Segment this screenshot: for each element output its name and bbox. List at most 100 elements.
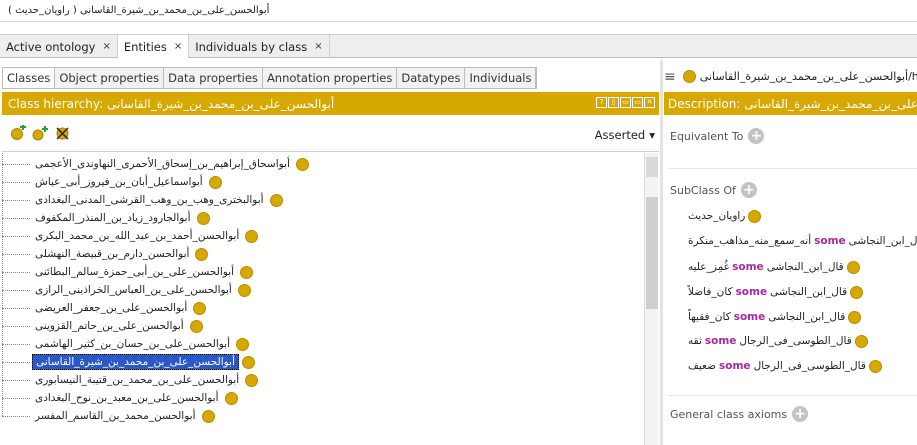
tree-item-label: أبوالحسن_على_بن_حسان_بن_كثير_الهاشمى bbox=[35, 338, 231, 350]
split-icon[interactable]: ▭ bbox=[620, 97, 631, 108]
tree-connector bbox=[2, 290, 3, 308]
section-divider bbox=[668, 395, 917, 396]
tree-item-label: أبوالبخترى_وهب_بن_وهب_القرشى_المدنى_البغ… bbox=[35, 194, 264, 206]
tree-item-label: أبوالحسن_على_بن_معبد_بن_نوح_البغدادى bbox=[35, 392, 219, 404]
tree-item-selected[interactable]: أبوالحسن_على_بن_محمد_بن_شيرة_القاسانى bbox=[2, 344, 255, 371]
subclass-of-label: SubClass Of bbox=[670, 183, 736, 197]
subclass-item[interactable]: قال_ابن_النجاشى some كان_فاضلاً bbox=[688, 284, 864, 300]
tab-active-ontology[interactable]: Active ontology × bbox=[0, 35, 118, 58]
tree-item[interactable]: أبوالحسن_على_بن_حاتم_القزوينى bbox=[2, 308, 203, 335]
add-equivalent-icon[interactable]: + bbox=[748, 128, 765, 144]
close-view-icon[interactable]: ✕ bbox=[644, 97, 655, 108]
subclass-item[interactable]: قال_ابن_النجاشى some غُمِز_عليه bbox=[688, 259, 860, 275]
tree-connector bbox=[2, 380, 3, 398]
tree-connector bbox=[2, 218, 3, 236]
tree-item-label: أبوالحسن_على_بن_أبى_حمزة_سالم_البطائنى bbox=[35, 266, 234, 278]
scroll-up-button[interactable] bbox=[646, 157, 658, 177]
tab-object-properties[interactable]: Object properties bbox=[55, 68, 165, 88]
subclass-item[interactable]: قال_الطوسى_فى_الرجال some ضعيف bbox=[688, 358, 882, 374]
tab-annotation-properties[interactable]: Annotation properties bbox=[263, 68, 398, 88]
subclass-filler: ضعيف bbox=[688, 360, 717, 372]
subclass-item[interactable]: راويان_حديث bbox=[688, 208, 762, 224]
delete-class-icon[interactable] bbox=[54, 125, 71, 142]
tree-connector bbox=[2, 398, 30, 399]
class-icon bbox=[240, 265, 253, 279]
tab-data-properties[interactable]: Data properties bbox=[164, 68, 263, 88]
tab-individuals-by-class[interactable]: Individuals by class × bbox=[189, 35, 330, 58]
tree-item-label: أبوالحسن_على_بن_العباس_الخراذينى_الرازى bbox=[35, 284, 232, 296]
tree-item[interactable]: أبوالحسن_دارم_بن_قبيصة_النهشلى bbox=[2, 236, 209, 263]
class-hierarchy-header: Class hierarchy: أبوالحسن_على_بن_محمد_بن… bbox=[2, 92, 659, 115]
some-keyword: some bbox=[735, 286, 768, 298]
tab-datatypes[interactable]: Datatypes bbox=[397, 68, 466, 88]
class-icon bbox=[189, 319, 203, 333]
subclass-of-section: SubClass Of + bbox=[670, 182, 757, 198]
subclass-target: راويان_حديث bbox=[688, 210, 746, 222]
add-sibling-icon[interactable] bbox=[32, 125, 49, 142]
tree-item[interactable]: أبوالحسن_أحمد_بن_عبد_الله_بن_محمد_البكرى bbox=[2, 218, 259, 245]
hierarchy-mode-select[interactable]: Asserted ▾ bbox=[595, 128, 655, 142]
menu-icon[interactable]: ≡ bbox=[664, 69, 676, 85]
tree-item[interactable]: أبوالحسن_على_بن_حسان_بن_كثير_الهاشمى bbox=[2, 326, 250, 353]
subclass-item[interactable]: قال_الطوسى_فى_الرجال some ثقه bbox=[688, 333, 868, 349]
scroll-thumb[interactable] bbox=[646, 197, 658, 309]
pin-icon[interactable]: ▯ bbox=[608, 97, 619, 108]
some-keyword: some bbox=[814, 235, 846, 247]
tree-connector bbox=[2, 164, 3, 182]
close-icon[interactable]: × bbox=[174, 41, 182, 52]
class-icon bbox=[295, 157, 309, 171]
tree-connector bbox=[2, 416, 30, 417]
class-icon bbox=[854, 334, 868, 348]
tree-scrollbar[interactable] bbox=[644, 153, 658, 445]
subclass-item[interactable]: قال_ابن_النجاشى some أنه_سمع_منه_مذاهب_م… bbox=[688, 233, 917, 249]
add-axiom-icon[interactable]: + bbox=[792, 406, 809, 422]
tab-label: Individuals by class bbox=[195, 39, 308, 54]
add-subclass-of-icon[interactable]: + bbox=[740, 182, 757, 198]
tab-entities[interactable]: Entities × bbox=[117, 35, 190, 58]
tree-item[interactable]: أبوالحسن_على_بن_أبى_حمزة_سالم_البطائنى bbox=[2, 254, 253, 281]
tree-connector bbox=[2, 362, 30, 363]
tree-item[interactable]: أبوالبخترى_وهب_بن_وهب_القرشى_المدنى_البغ… bbox=[2, 182, 283, 209]
tree-item-label: أبواسماعيل_أبان_بن_فيروز_أبى_عياش bbox=[35, 176, 203, 188]
subclass-item[interactable]: قال_ابن_النجاشى some كان_فقيهاً bbox=[688, 309, 862, 325]
subclass-property: قال_الطوسى_فى_الرجال bbox=[739, 335, 852, 347]
tree-connector bbox=[2, 344, 3, 362]
tree-item[interactable]: أبوالحسن_على_بن_معبد_بن_نوح_البغدادى bbox=[2, 380, 238, 407]
chevron-down-icon: ▾ bbox=[649, 128, 655, 142]
tree-item[interactable]: أبوالحسن_على_بن_محمد_بن_قتيبة_النيسابورى bbox=[2, 362, 259, 389]
tree-connector bbox=[2, 200, 30, 201]
some-keyword: some bbox=[719, 360, 751, 372]
tree-item[interactable]: أبواسحاق_إبراهيم_بن_إسحاق_الأحمرى_النهاو… bbox=[2, 153, 309, 173]
tab-label: Active ontology bbox=[6, 39, 96, 54]
close-icon[interactable]: × bbox=[102, 41, 110, 52]
tree-item[interactable]: أبوالجارود_زياد_بن_المنذر_المكفوف bbox=[2, 200, 210, 227]
tree-connector bbox=[2, 326, 3, 344]
some-keyword: some bbox=[704, 335, 737, 347]
tree-connector bbox=[2, 236, 3, 254]
class-icon bbox=[236, 337, 250, 351]
tree-item[interactable]: أبوالحسن_على_بن_جعفر_العريضى bbox=[2, 290, 207, 317]
window-title: أبوالحسن_على_بن_محمد_بن_شيرة_القاسانى ( … bbox=[0, 0, 917, 22]
tree-connector bbox=[2, 236, 30, 237]
some-keyword: some bbox=[733, 311, 766, 323]
tree-item[interactable]: أبواسماعيل_أبان_بن_فيروز_أبى_عياش bbox=[2, 164, 222, 191]
subclass-property: قال_الطوسى_فى_الرجال bbox=[753, 360, 866, 372]
class-icon bbox=[850, 285, 864, 299]
tree-item[interactable]: أبوالحسن_على_بن_العباس_الخراذينى_الرازى bbox=[2, 272, 251, 299]
panel-divider[interactable] bbox=[660, 60, 663, 445]
subclass-filler: غُمِز_عليه bbox=[688, 261, 730, 273]
tab-individuals[interactable]: Individuals bbox=[465, 68, 537, 88]
tree-connector bbox=[2, 398, 3, 416]
general-class-axioms-section: General class axioms + bbox=[670, 406, 809, 422]
tree-item[interactable]: أبوالحسن_محمد_بن_القاسم_المفسر bbox=[2, 398, 215, 425]
top-tab-bar: Active ontology × Entities × Individuals… bbox=[0, 34, 917, 58]
class-icon bbox=[848, 310, 862, 324]
class-icon bbox=[224, 391, 238, 405]
float-icon[interactable]: ▭ bbox=[632, 97, 643, 108]
tree-item-label: أبوالحسن_على_بن_محمد_بن_شيرة_القاسانى bbox=[32, 354, 239, 370]
view-controls: ? ▯ ▭ ▭ ✕ bbox=[596, 97, 655, 108]
tab-classes[interactable]: Classes bbox=[3, 68, 56, 88]
help-icon[interactable]: ? bbox=[596, 97, 607, 108]
add-subclass-icon[interactable] bbox=[10, 125, 27, 142]
close-icon[interactable]: × bbox=[314, 41, 322, 52]
